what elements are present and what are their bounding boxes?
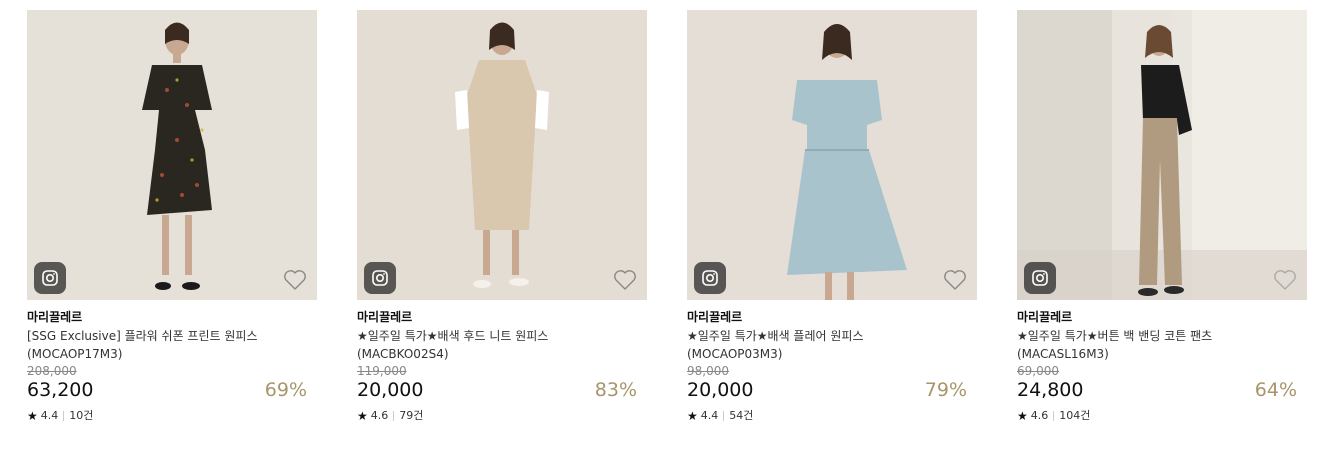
- star-icon: ★: [27, 409, 38, 423]
- review-count: 104건: [1059, 409, 1091, 422]
- product-name-line: [SSG Exclusive] 플라워 쉬폰 프린트 원피스: [27, 329, 258, 343]
- star-icon: ★: [357, 409, 368, 423]
- product-code: (MACASL16M3): [1017, 347, 1109, 361]
- rating-summary: ★ 4.6 104건: [1017, 409, 1307, 423]
- heart-icon[interactable]: [613, 269, 637, 291]
- price-row: 20,000 79%: [687, 378, 977, 402]
- star-icon: ★: [687, 409, 698, 423]
- product-name-line: ★일주일 특가★배색 플레어 원피스: [687, 329, 864, 343]
- product-grid: 마리끌레르 [SSG Exclusive] 플라워 쉬폰 프린트 원피스 (MO…: [0, 0, 1319, 473]
- brand-name[interactable]: 마리끌레르: [357, 309, 647, 325]
- product-name[interactable]: ★일주일 특가★배색 플레어 원피스 (MOCAOP03M3): [687, 327, 977, 363]
- rating-value: 4.4: [700, 409, 719, 422]
- product-name[interactable]: ★일주일 특가★배색 후드 니트 원피스 (MACBKO02S4): [357, 327, 647, 363]
- instagram-icon[interactable]: [1024, 262, 1056, 294]
- price-row: 20,000 83%: [357, 378, 647, 402]
- product-code: (MOCAOP03M3): [687, 347, 783, 361]
- sale-price: 20,000: [357, 379, 424, 401]
- divider: [723, 411, 725, 421]
- divider: [1053, 411, 1055, 421]
- product-card[interactable]: 마리끌레르 ★일주일 특가★배색 플레어 원피스 (MOCAOP03M3) 98…: [687, 10, 977, 423]
- product-card[interactable]: 마리끌레르 ★일주일 특가★배색 후드 니트 원피스 (MACBKO02S4) …: [357, 10, 647, 423]
- review-count: 10건: [69, 409, 94, 422]
- model-photo: [455, 22, 549, 288]
- product-code: (MOCAOP17M3): [27, 347, 123, 361]
- product-name-line: ★일주일 특가★배색 후드 니트 원피스: [357, 329, 549, 343]
- product-name[interactable]: [SSG Exclusive] 플라워 쉬폰 프린트 원피스 (MOCAOP17…: [27, 327, 317, 363]
- discount-rate: 79%: [924, 379, 967, 401]
- instagram-icon[interactable]: [34, 262, 66, 294]
- original-price: 98,000: [687, 364, 729, 378]
- product-card[interactable]: 마리끌레르 [SSG Exclusive] 플라워 쉬폰 프린트 원피스 (MO…: [27, 10, 317, 423]
- price-row: 63,200 69%: [27, 378, 317, 402]
- sale-price: 20,000: [687, 379, 754, 401]
- divider: [63, 411, 65, 421]
- sale-price: 24,800: [1017, 379, 1084, 401]
- rating-value: 4.6: [370, 409, 389, 422]
- model-photo: [142, 22, 212, 290]
- sale-price: 63,200: [27, 379, 94, 401]
- brand-name[interactable]: 마리끌레르: [687, 309, 977, 325]
- original-price: 69,000: [1017, 364, 1059, 378]
- discount-rate: 69%: [264, 379, 307, 401]
- heart-icon[interactable]: [1273, 269, 1297, 291]
- discount-rate: 64%: [1254, 379, 1297, 401]
- rating-value: 4.4: [40, 409, 59, 422]
- rating-summary: ★ 4.4 54건: [687, 409, 977, 423]
- instagram-icon[interactable]: [364, 262, 396, 294]
- product-image[interactable]: [687, 10, 977, 300]
- model-photo: [1017, 10, 1307, 300]
- model-photo: [787, 24, 907, 300]
- instagram-icon[interactable]: [694, 262, 726, 294]
- product-image[interactable]: [27, 10, 317, 300]
- product-image[interactable]: [357, 10, 647, 300]
- discount-rate: 83%: [594, 379, 637, 401]
- brand-name[interactable]: 마리끌레르: [1017, 309, 1307, 325]
- rating-summary: ★ 4.6 79건: [357, 409, 647, 423]
- original-price: 119,000: [357, 364, 407, 378]
- rating-summary: ★ 4.4 10건: [27, 409, 317, 423]
- product-card[interactable]: 마리끌레르 ★일주일 특가★버튼 백 밴딩 코튼 팬츠 (MACASL16M3)…: [1017, 10, 1307, 423]
- product-image[interactable]: [1017, 10, 1307, 300]
- heart-icon[interactable]: [283, 269, 307, 291]
- star-icon: ★: [1017, 409, 1028, 423]
- product-name-line: ★일주일 특가★버튼 백 밴딩 코튼 팬츠: [1017, 329, 1213, 343]
- review-count: 54건: [729, 409, 754, 422]
- divider: [393, 411, 395, 421]
- product-name[interactable]: ★일주일 특가★버튼 백 밴딩 코튼 팬츠 (MACASL16M3): [1017, 327, 1307, 363]
- review-count: 79건: [399, 409, 424, 422]
- product-code: (MACBKO02S4): [357, 347, 449, 361]
- price-row: 24,800 64%: [1017, 378, 1307, 402]
- brand-name[interactable]: 마리끌레르: [27, 309, 317, 325]
- original-price: 208,000: [27, 364, 77, 378]
- rating-value: 4.6: [1030, 409, 1049, 422]
- heart-icon[interactable]: [943, 269, 967, 291]
